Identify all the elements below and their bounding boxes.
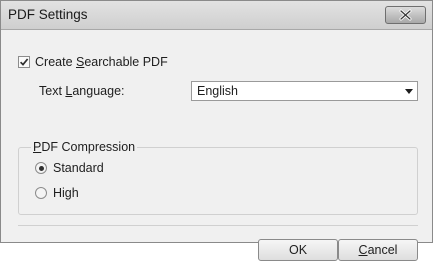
standard-radio[interactable]: [35, 162, 47, 174]
window-title: PDF Settings: [8, 7, 88, 22]
close-button[interactable]: [385, 6, 426, 24]
compression-option-high[interactable]: High: [35, 186, 79, 200]
standard-label: Standard: [53, 161, 104, 175]
high-label: High: [53, 186, 79, 200]
searchable-pdf-checkbox[interactable]: [18, 56, 30, 68]
text-language-value: English: [197, 84, 238, 98]
searchable-pdf-label: Create Searchable PDF: [35, 55, 168, 69]
chevron-down-icon[interactable]: [405, 89, 413, 94]
separator: [18, 225, 418, 226]
close-icon: [399, 9, 412, 21]
high-radio[interactable]: [35, 187, 47, 199]
text-language-label: Text Language:: [39, 84, 125, 98]
pdf-compression-group-label: PDF Compression: [31, 140, 138, 154]
title-bar[interactable]: PDF Settings: [1, 1, 432, 30]
cancel-button[interactable]: Cancel: [338, 239, 418, 261]
searchable-pdf-option[interactable]: Create Searchable PDF: [18, 55, 168, 69]
ok-button[interactable]: OK: [258, 239, 338, 261]
compression-option-standard[interactable]: Standard: [35, 161, 104, 175]
pdf-compression-group: [18, 147, 418, 215]
text-language-select[interactable]: English: [191, 81, 418, 101]
checkmark-icon: [19, 58, 29, 66]
dialog-content: Create Searchable PDF Text Language: Eng…: [1, 30, 432, 261]
text-language-label-row: Text Language:: [39, 84, 125, 98]
pdf-settings-dialog: PDF Settings Create Searchable PDF Text …: [0, 0, 433, 261]
